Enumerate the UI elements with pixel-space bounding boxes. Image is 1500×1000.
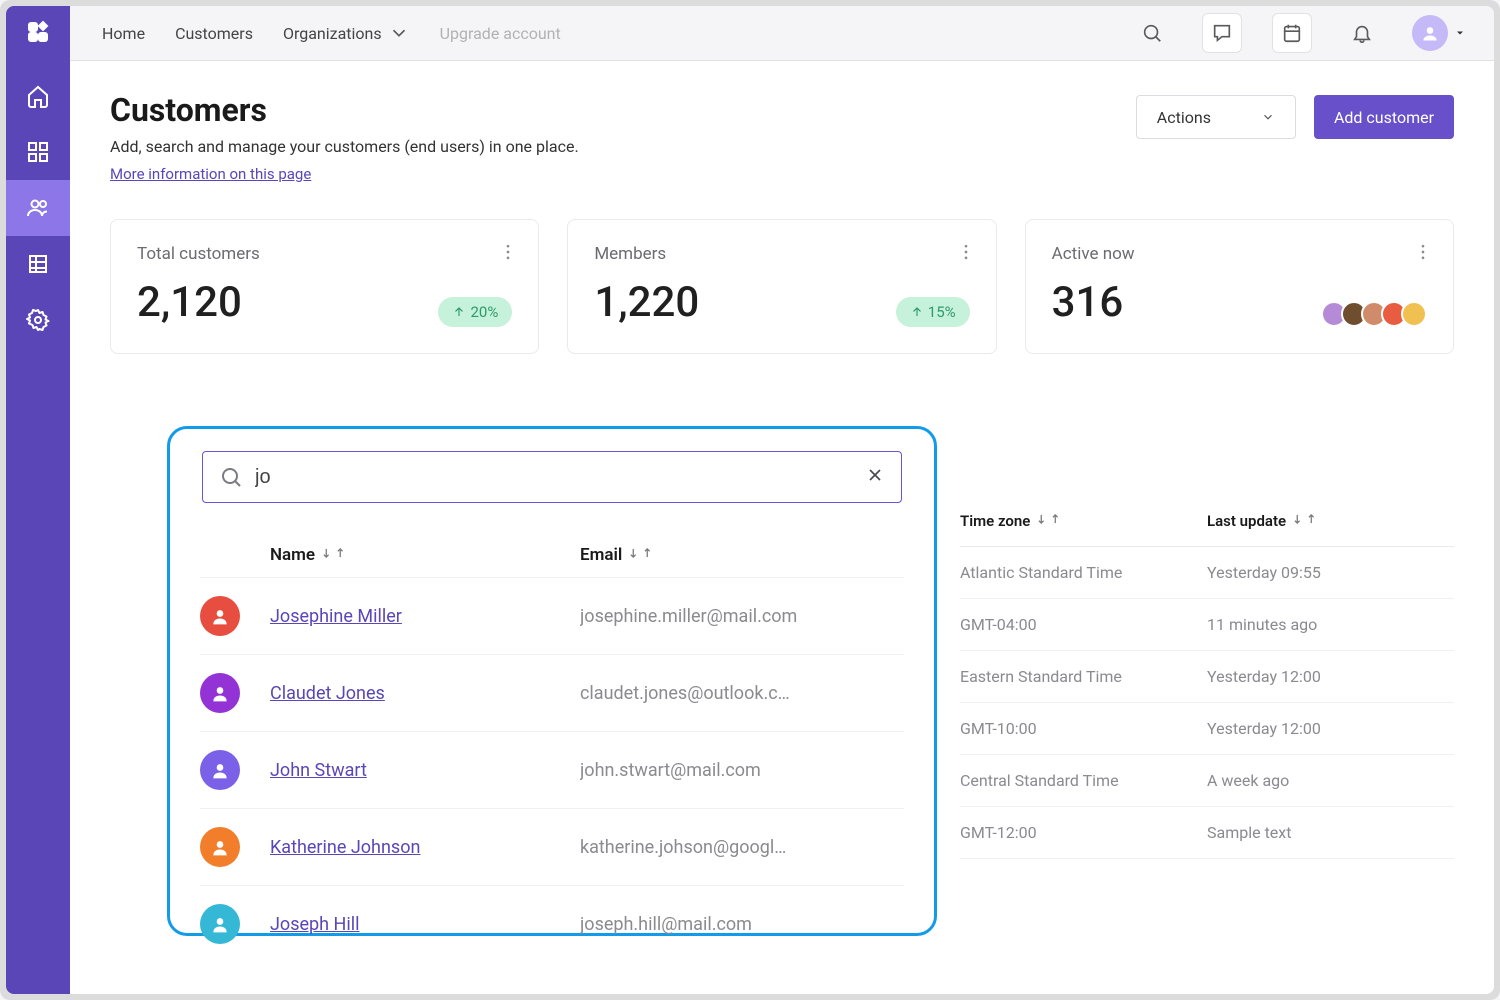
cell-last-update: 11 minutes ago [1207, 615, 1454, 634]
arrow-up-icon [910, 305, 924, 319]
global-search-icon[interactable] [1132, 13, 1172, 53]
customer-email: joseph.hill@mail.com [580, 914, 904, 935]
cell-timezone: Atlantic Standard Time [960, 563, 1207, 582]
avatar [200, 596, 240, 636]
notifications-icon[interactable] [1342, 13, 1382, 53]
cell-last-update: A week ago [1207, 771, 1454, 790]
nav-home[interactable]: Home [102, 24, 145, 43]
stat-card-total-customers: Total customers 2,120 20% [110, 219, 539, 354]
column-name[interactable]: Name [270, 545, 580, 565]
page-title: Customers [110, 91, 579, 129]
search-icon [219, 465, 243, 489]
sort-arrows-icon [628, 545, 656, 565]
stat-card-members: Members 1,220 15% [567, 219, 996, 354]
customer-name-link[interactable]: Josephine Miller [270, 606, 402, 627]
actions-button[interactable]: Actions [1136, 95, 1296, 139]
avatar [1401, 301, 1427, 327]
table-row[interactable]: GMT-04:0011 minutes ago [960, 599, 1454, 651]
stat-label: Active now [1052, 244, 1427, 264]
clear-search-button[interactable] [865, 465, 885, 489]
close-icon [865, 465, 885, 485]
active-avatars [1321, 301, 1427, 327]
arrow-up-icon [452, 305, 466, 319]
stat-value: 2,120 [137, 278, 242, 327]
cell-timezone: Central Standard Time [960, 771, 1207, 790]
stat-card-active-now: Active now 316 [1025, 219, 1454, 354]
search-results-popover: Name Email Josephine Miller josephine.mil… [167, 426, 937, 936]
avatar [200, 750, 240, 790]
sidebar-item-dashboard[interactable] [6, 124, 70, 180]
cell-timezone: Eastern Standard Time [960, 667, 1207, 686]
chevron-down-icon [1261, 110, 1275, 124]
app-logo [22, 16, 54, 48]
table-row[interactable]: GMT-10:00Yesterday 12:00 [960, 703, 1454, 755]
customer-name-link[interactable]: Joseph Hill [270, 914, 360, 935]
nav-customers[interactable]: Customers [175, 24, 253, 43]
sidebar [6, 6, 70, 994]
table-row[interactable]: Eastern Standard TimeYesterday 12:00 [960, 651, 1454, 703]
cell-last-update: Sample text [1207, 823, 1454, 842]
column-last-update[interactable]: Last update [1207, 512, 1454, 530]
column-email[interactable]: Email [580, 545, 904, 565]
sort-arrows-icon [1292, 512, 1320, 530]
sidebar-item-settings[interactable] [6, 292, 70, 348]
customer-email: josephine.miller@mail.com [580, 606, 904, 627]
cell-timezone: GMT-04:00 [960, 615, 1207, 634]
trend-badge-up: 20% [438, 297, 512, 327]
table-row[interactable]: GMT-12:00Sample text [960, 807, 1454, 859]
cell-last-update: Yesterday 09:55 [1207, 563, 1454, 582]
stats-row: Total customers 2,120 20% Members 1,220 [110, 219, 1454, 354]
table-row[interactable]: Atlantic Standard TimeYesterday 09:55 [960, 547, 1454, 599]
avatar [200, 904, 240, 944]
search-result-row[interactable]: Katherine Johnson katherine.johson@googl… [200, 809, 904, 886]
customers-table-partial: Time zone Last update Atlantic Standard … [960, 496, 1454, 859]
cell-timezone: GMT-10:00 [960, 719, 1207, 738]
search-result-row[interactable]: Josephine Miller josephine.miller@mail.co… [200, 578, 904, 655]
cell-timezone: GMT-12:00 [960, 823, 1207, 842]
card-menu-icon[interactable] [1413, 242, 1433, 266]
search-input[interactable] [255, 466, 853, 489]
search-result-row[interactable]: John Stwart john.stwart@mail.com [200, 732, 904, 809]
trend-badge-up: 15% [896, 297, 970, 327]
messages-icon[interactable] [1202, 13, 1242, 53]
avatar [200, 673, 240, 713]
customer-email: katherine.johson@googl… [580, 837, 904, 858]
chevron-down-icon [388, 22, 410, 44]
chevron-down-icon [1454, 27, 1466, 39]
customer-name-link[interactable]: Katherine Johnson [270, 837, 420, 858]
user-avatar [1412, 15, 1448, 51]
sort-arrows-icon [321, 545, 349, 565]
stat-value: 1,220 [594, 278, 699, 327]
add-customer-button[interactable]: Add customer [1314, 95, 1454, 139]
search-result-row[interactable]: Claudet Jones claudet.jones@outlook.c… [200, 655, 904, 732]
top-nav: Home Customers Organizations Upgrade acc… [70, 6, 1494, 61]
card-menu-icon[interactable] [956, 242, 976, 266]
user-menu[interactable] [1412, 15, 1466, 51]
calendar-icon[interactable] [1272, 13, 1312, 53]
customer-name-link[interactable]: Claudet Jones [270, 683, 385, 704]
page-header: Customers Add, search and manage your cu… [110, 91, 1454, 183]
page-subtitle: Add, search and manage your customers (e… [110, 137, 579, 156]
stat-value: 316 [1052, 278, 1124, 327]
customer-name-link[interactable]: John Stwart [270, 760, 367, 781]
nav-upgrade[interactable]: Upgrade account [440, 24, 561, 43]
avatar [200, 827, 240, 867]
column-timezone[interactable]: Time zone [960, 512, 1207, 530]
search-result-row[interactable]: Joseph Hill joseph.hill@mail.com [200, 886, 904, 962]
table-row[interactable]: Central Standard TimeA week ago [960, 755, 1454, 807]
more-info-link[interactable]: More information on this page [110, 165, 311, 183]
sidebar-item-home[interactable] [6, 68, 70, 124]
cell-last-update: Yesterday 12:00 [1207, 667, 1454, 686]
cell-last-update: Yesterday 12:00 [1207, 719, 1454, 738]
sort-arrows-icon [1036, 512, 1064, 530]
stat-label: Members [594, 244, 969, 264]
customer-email: john.stwart@mail.com [580, 760, 904, 781]
customer-email: claudet.jones@outlook.c… [580, 683, 904, 704]
sidebar-item-customers[interactable] [6, 180, 70, 236]
card-menu-icon[interactable] [498, 242, 518, 266]
search-bar [202, 451, 902, 503]
nav-organizations[interactable]: Organizations [283, 22, 410, 44]
stat-label: Total customers [137, 244, 512, 264]
sidebar-item-organizations[interactable] [6, 236, 70, 292]
